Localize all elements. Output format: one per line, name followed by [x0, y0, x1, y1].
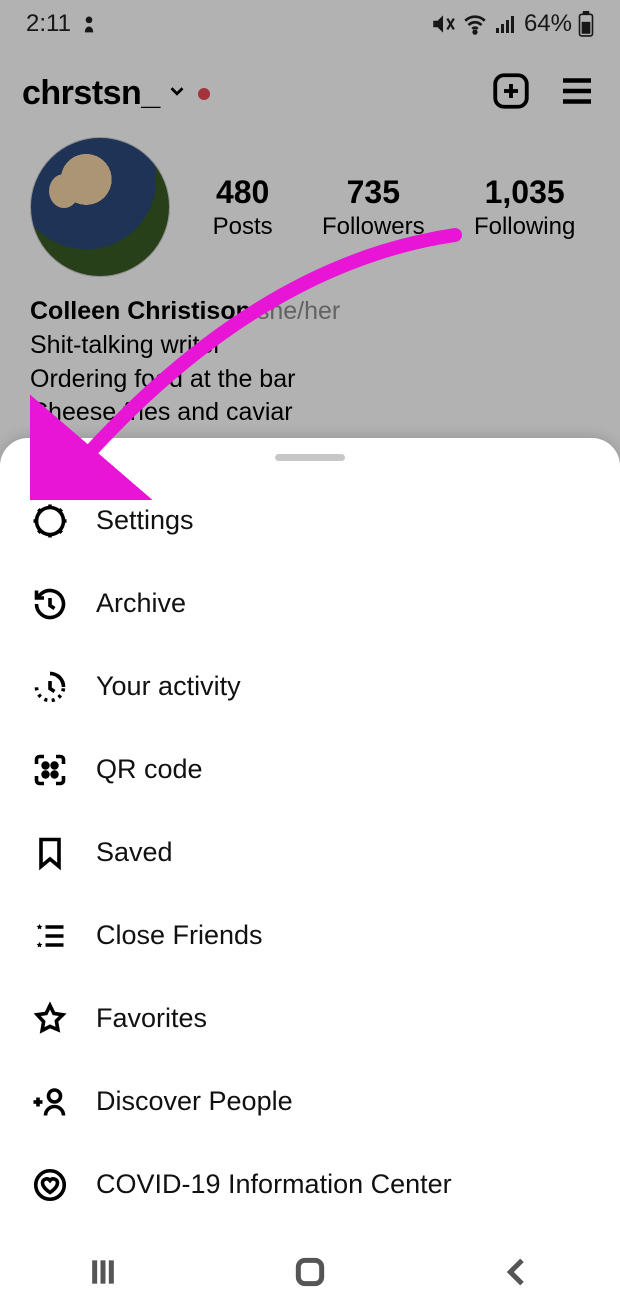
menu-item-covid[interactable]: COVID-19 Information Center — [12, 1143, 608, 1226]
options-bottom-sheet: Settings Archive Your activity QR code S — [0, 438, 620, 1309]
stat-followers[interactable]: 735 Followers — [322, 174, 425, 241]
status-app-icon — [79, 14, 99, 34]
discover-people-icon — [30, 1082, 70, 1122]
close-friends-icon — [30, 916, 70, 956]
activity-icon — [30, 667, 70, 707]
menu-item-favorites[interactable]: Favorites — [12, 977, 608, 1060]
hamburger-menu-button[interactable] — [556, 70, 598, 117]
android-recents-button[interactable] — [83, 1252, 123, 1297]
pronouns: she/her — [257, 297, 340, 325]
display-name: Colleen Christison — [30, 297, 251, 325]
stat-posts-count: 480 — [213, 174, 273, 211]
stat-posts-label: Posts — [213, 213, 273, 241]
chevron-down-icon[interactable] — [166, 80, 188, 107]
menu-label: Discover People — [96, 1086, 293, 1117]
bio-line: Ordering food at the bar — [30, 365, 295, 393]
stat-followers-count: 735 — [322, 174, 425, 211]
menu-label: Your activity — [96, 671, 241, 702]
menu-label: Saved — [96, 837, 173, 868]
sheet-grab-handle[interactable] — [275, 454, 345, 461]
menu-item-saved[interactable]: Saved — [12, 811, 608, 894]
stat-posts[interactable]: 480 Posts — [213, 174, 273, 241]
gear-icon — [30, 501, 70, 541]
battery-icon — [578, 11, 594, 37]
notification-dot — [198, 88, 210, 100]
mute-icon — [430, 11, 456, 37]
menu-label: Favorites — [96, 1003, 207, 1034]
stat-following-count: 1,035 — [474, 174, 575, 211]
menu-item-archive[interactable]: Archive — [12, 562, 608, 645]
android-back-button[interactable] — [497, 1252, 537, 1297]
battery-text: 64% — [524, 10, 572, 38]
profile-avatar[interactable] — [30, 137, 170, 277]
menu-label: COVID-19 Information Center — [96, 1169, 452, 1200]
qr-icon — [30, 750, 70, 790]
menu-label: Close Friends — [96, 920, 263, 951]
profile-username[interactable]: chrstsn_ — [22, 74, 160, 113]
profile-bio: Colleen Christisonshe/her Shit-talking w… — [0, 277, 620, 430]
bookmark-icon — [30, 833, 70, 873]
create-button[interactable] — [490, 70, 532, 117]
heart-circle-icon — [30, 1165, 70, 1205]
menu-item-qr[interactable]: QR code — [12, 728, 608, 811]
menu-label: QR code — [96, 754, 203, 785]
stat-following-label: Following — [474, 213, 575, 241]
bio-line: Cheese fries and caviar — [30, 398, 293, 426]
stat-following[interactable]: 1,035 Following — [474, 174, 575, 241]
menu-item-discover[interactable]: Discover People — [12, 1060, 608, 1143]
wifi-icon — [462, 11, 488, 37]
status-time: 2:11 — [26, 10, 71, 38]
android-nav-bar — [0, 1239, 620, 1309]
menu-label: Settings — [96, 505, 194, 536]
menu-item-close-friends[interactable]: Close Friends — [12, 894, 608, 977]
menu-item-activity[interactable]: Your activity — [12, 645, 608, 728]
archive-icon — [30, 584, 70, 624]
status-bar: 2:11 64% — [0, 0, 620, 44]
bio-line: Shit-talking writer — [30, 331, 222, 359]
menu-label: Archive — [96, 588, 186, 619]
stat-followers-label: Followers — [322, 213, 425, 241]
menu-item-settings[interactable]: Settings — [12, 479, 608, 562]
signal-icon — [494, 12, 518, 36]
star-icon — [30, 999, 70, 1039]
android-home-button[interactable] — [290, 1252, 330, 1297]
